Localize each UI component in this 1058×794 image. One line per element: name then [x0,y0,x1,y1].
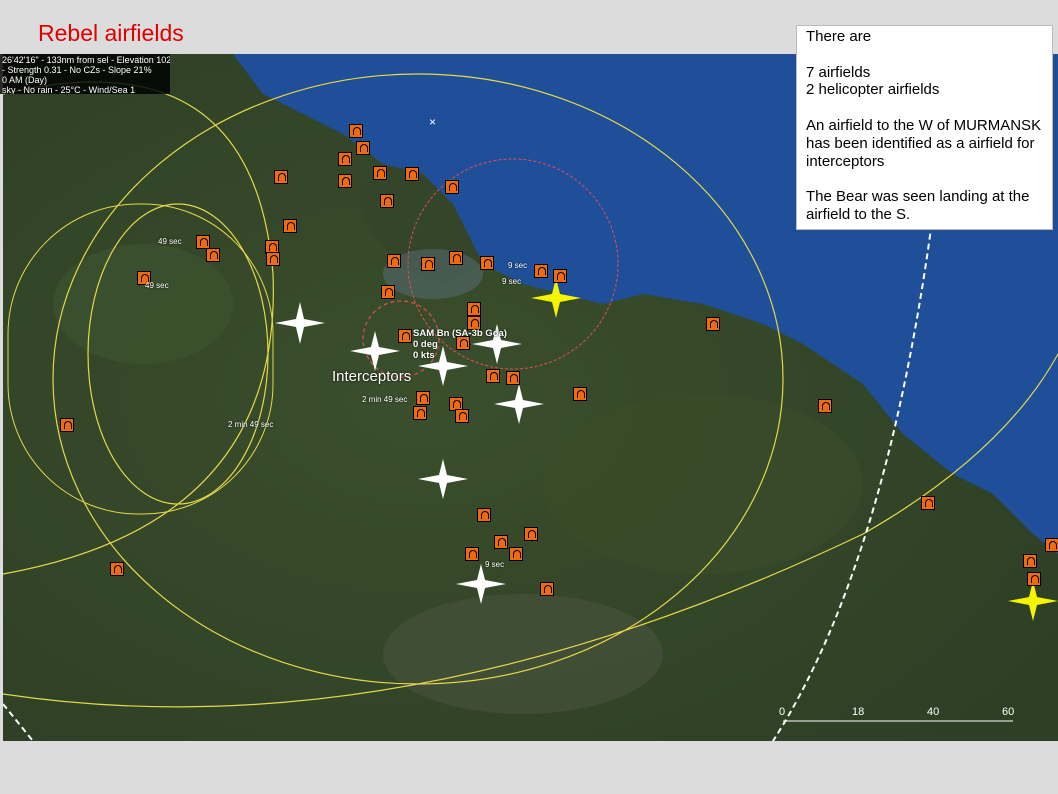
airfield-marker[interactable] [506,371,520,385]
hud-line: sky - No rain - 25°C - Wind/Sea 1 [2,85,136,94]
info-line: The Bear was seen landing at the airfiel… [806,188,1030,223]
airfield-marker[interactable] [381,285,395,299]
time-label: 2 min 49 sec [362,395,408,404]
airfield-marker[interactable] [449,251,463,265]
airfield-marker[interactable] [196,235,210,249]
airfield-marker[interactable] [1045,538,1058,552]
airfield-marker[interactable] [509,547,523,561]
time-label: 9 sec [485,560,505,569]
airfield-marker[interactable] [373,166,387,180]
airfield-marker[interactable] [349,124,363,138]
airfield-marker[interactable] [494,535,508,549]
airfield-marker[interactable] [455,409,469,423]
time-label: 2 min 49 sec [228,420,274,429]
airfield-marker[interactable] [486,369,500,383]
map-info-hud: 26'42'16" - 133nm from sel - Elevation 1… [0,54,170,94]
airfield-marker[interactable] [445,180,459,194]
airfield-marker[interactable] [338,174,352,188]
hud-line: 0 AM (Day) [2,75,48,85]
airfield-marker[interactable] [573,387,587,401]
airfield-marker[interactable] [540,582,554,596]
time-label: 49 sec [145,281,169,290]
interceptors-label: Interceptors [332,368,412,385]
slide: Rebel airfields × 49 sec 49 sec 2 min 49… [0,0,1058,794]
time-label: 9 sec [508,261,528,270]
info-line: 7 airfields [806,63,871,81]
airfield-marker[interactable] [398,329,412,343]
airfield-marker[interactable] [380,194,394,208]
info-line: There are [806,28,872,45]
airfield-marker[interactable] [110,562,124,576]
scale-label: 40 [927,706,940,718]
airfield-marker[interactable] [266,252,280,266]
airfield-marker[interactable] [283,219,297,233]
info-line: 2 helicopter airfields [806,81,940,99]
airfield-marker[interactable] [338,152,352,166]
airfield-marker[interactable] [553,269,567,283]
airfield-marker[interactable] [387,254,401,268]
sam-unit-name: SAM Bn (SA-3b Goa) [413,328,507,339]
info-line: An airfield to the W of MURMANSK has bee… [806,116,1042,170]
airfield-marker[interactable] [356,141,370,155]
airfield-marker[interactable] [413,406,427,420]
scale-label: 60 [1002,706,1015,718]
airfield-marker[interactable] [1023,554,1037,568]
airfield-marker[interactable] [60,418,74,432]
time-label: 49 sec [158,237,182,246]
airfield-marker[interactable] [534,264,548,278]
sam-unit-label: SAM Bn (SA-3b Goa) 0 deg 0 kts [413,328,507,361]
scale-label: 18 [852,706,865,718]
sam-unit-speed: 0 kts [413,350,435,361]
airfield-marker[interactable] [818,399,832,413]
time-label: 9 sec [502,277,522,286]
slide-title: Rebel airfields [38,20,184,46]
hud-line: 26'42'16" - 133nm from sel - Elevation 1… [2,55,170,65]
airfield-marker[interactable] [467,302,481,316]
airfield-marker[interactable] [465,547,479,561]
airfield-marker[interactable] [921,496,935,510]
airfield-marker[interactable] [1027,572,1041,586]
airfield-marker[interactable] [524,527,538,541]
airfield-marker[interactable] [706,317,720,331]
hud-line: - Strength 0.31 - No CZs - Slope 21% [2,65,152,75]
airfield-marker[interactable] [480,256,494,270]
info-text-box: There are 7 airfields 2 helicopter airfi… [796,25,1053,230]
scale-label: 0 [779,706,786,718]
airfield-marker[interactable] [405,167,419,181]
airfield-marker[interactable] [206,248,220,262]
airfield-marker[interactable] [421,257,435,271]
sam-unit-heading: 0 deg [413,339,438,350]
airfield-marker[interactable] [477,508,491,522]
airfield-marker[interactable] [274,170,288,184]
svg-text:×: × [429,115,436,129]
airfield-marker[interactable] [416,391,430,405]
